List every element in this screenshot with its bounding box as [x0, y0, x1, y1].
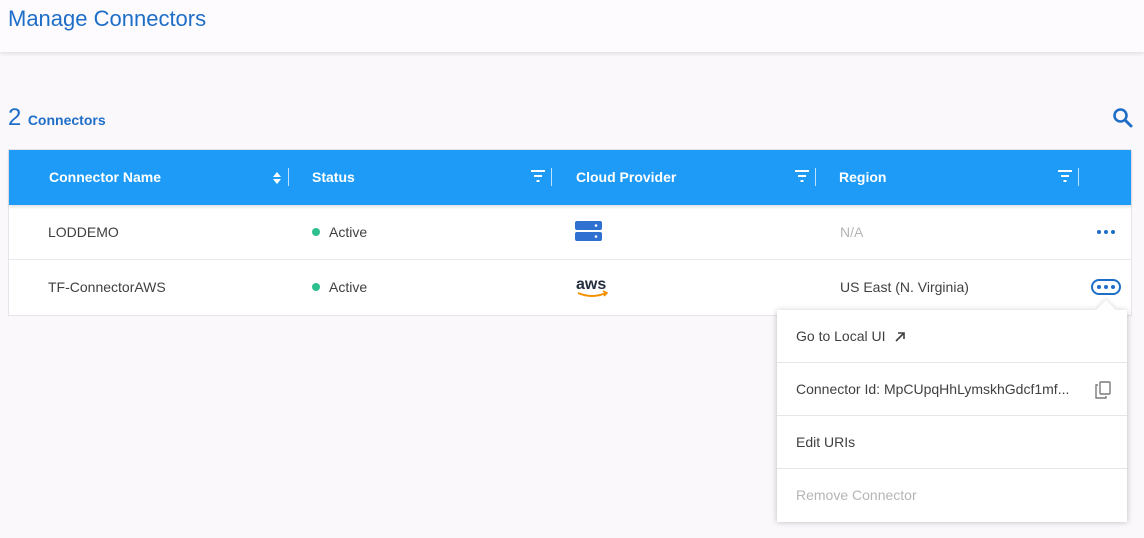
connector-count-label: Connectors — [27, 112, 106, 128]
table-row[interactable]: TF-ConnectorAWS Active aws US East (N. V… — [9, 260, 1131, 315]
status-active-dot — [312, 283, 320, 291]
external-link-icon — [895, 332, 906, 342]
column-separator — [551, 168, 552, 186]
filter-icon[interactable] — [795, 170, 809, 182]
table-header: Connector Name Status Cloud Provider Reg… — [9, 150, 1131, 205]
connector-name: TF-ConnectorAWS — [48, 279, 166, 295]
filter-icon[interactable] — [531, 170, 545, 182]
connector-count-number: 2 — [8, 104, 22, 131]
column-separator — [288, 168, 289, 186]
page-header: Manage Connectors — [0, 0, 1144, 52]
menu-item-label: Go to Local UI — [796, 328, 886, 344]
svg-text:aws: aws — [576, 276, 606, 293]
sort-icon[interactable] — [273, 172, 281, 184]
menu-item-remove-connector: Remove Connector — [777, 469, 1127, 522]
region-cell: US East (N. Virginia) — [840, 279, 969, 295]
page-title: Manage Connectors — [8, 6, 207, 31]
status-active-dot — [312, 228, 320, 236]
storage-server-icon — [575, 221, 602, 243]
connector-actions-menu: Go to Local UI Connector Id: MpCUpqHhLym… — [777, 300, 1127, 522]
more-options-button[interactable] — [1091, 279, 1121, 295]
status-label: Active — [329, 224, 368, 240]
status-cell: Active — [312, 205, 367, 260]
region-cell: N/A — [840, 224, 864, 240]
table-row[interactable]: LODDEMO Active N/A — [9, 205, 1131, 260]
connector-name: LODDEMO — [48, 224, 119, 240]
menu-item-connector-id: Connector Id: MpCUpqHhLymskhGdcf1mf... — [777, 363, 1127, 416]
column-separator — [815, 168, 816, 186]
aws-logo: aws — [575, 274, 611, 300]
menu-item-go-to-local-ui[interactable]: Go to Local UI — [777, 310, 1127, 363]
filter-icon[interactable] — [1058, 170, 1072, 182]
search-icon[interactable] — [1112, 107, 1134, 129]
column-header-connector-name[interactable]: Connector Name — [49, 150, 161, 205]
column-separator — [1078, 168, 1079, 186]
status-label: Active — [329, 279, 368, 295]
status-cell: Active — [312, 260, 367, 315]
connector-id-text: Connector Id: MpCUpqHhLymskhGdcf1mf... — [796, 381, 1070, 397]
menu-item-edit-uris[interactable]: Edit URIs — [777, 416, 1127, 469]
connectors-table: Connector Name Status Cloud Provider Reg… — [8, 149, 1132, 316]
column-header-cloud-provider[interactable]: Cloud Provider — [576, 150, 676, 205]
connector-count: 2 Connectors — [8, 104, 106, 132]
copy-icon[interactable] — [1095, 381, 1111, 399]
column-header-region[interactable]: Region — [839, 150, 886, 205]
column-header-status[interactable]: Status — [312, 150, 355, 205]
more-options-button[interactable] — [1091, 224, 1121, 240]
